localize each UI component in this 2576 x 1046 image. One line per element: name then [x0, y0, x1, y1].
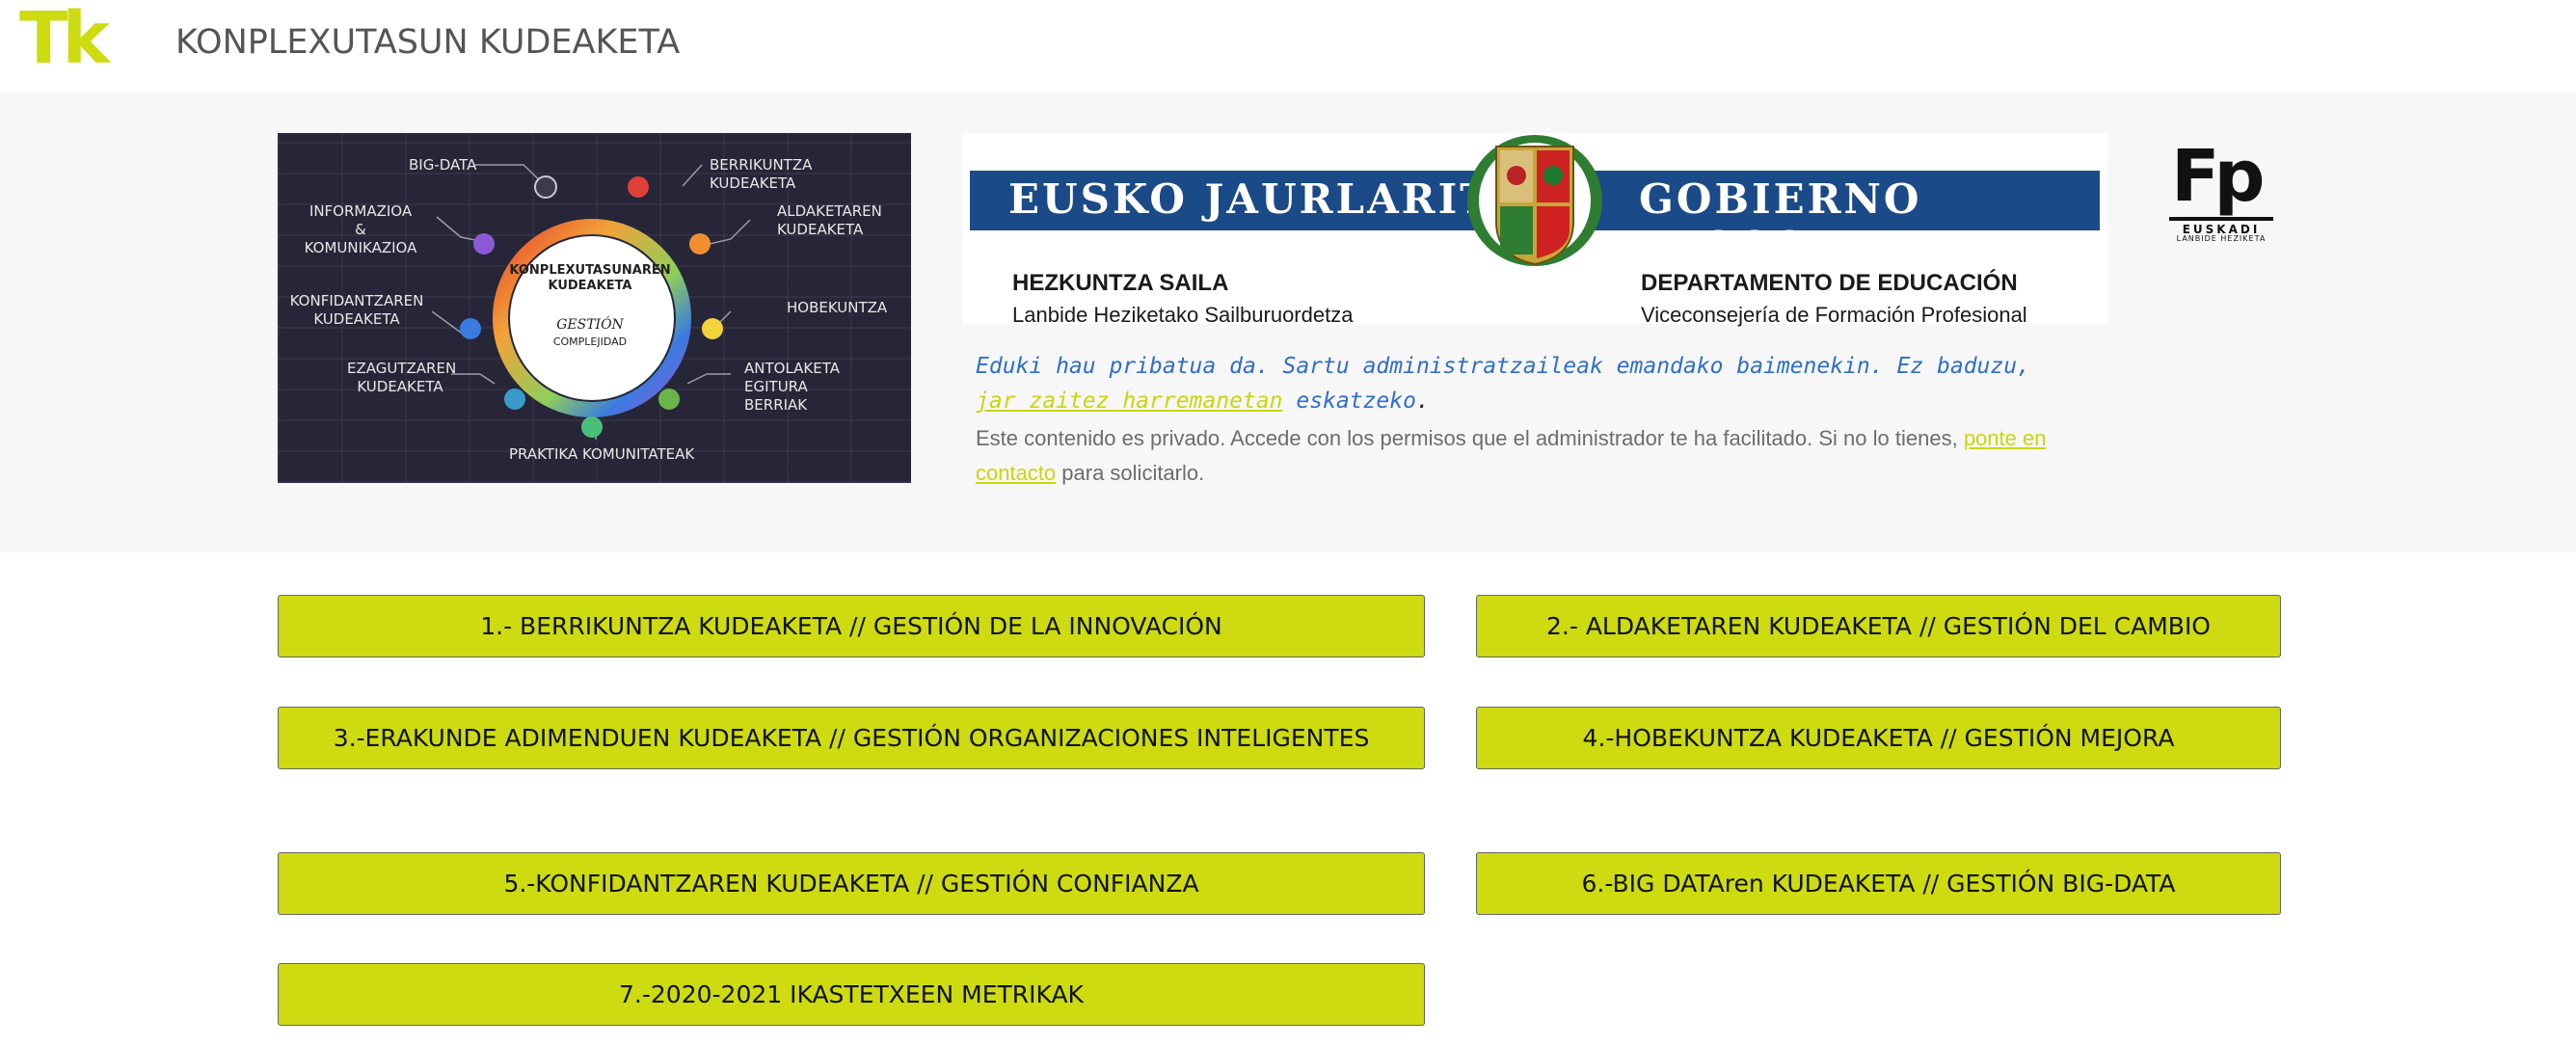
infographic-center: KONPLEXUTASUNAREN KUDEAKETA GESTIÓN COMP… — [492, 263, 688, 350]
gov-name-es: GOBIERNO VASCO — [1639, 175, 1922, 270]
notice-eu-text: Eduki hau pribatua da. Sartu administrat… — [976, 354, 2030, 379]
complexity-infographic: KONPLEXUTASUNAREN KUDEAKETA GESTIÓN COMP… — [278, 133, 911, 483]
contact-link-eu[interactable]: jar zaitez harremanetan — [976, 389, 1283, 414]
label-informazioa: INFORMAZIOA & KOMUNIKAZIOA — [304, 202, 417, 256]
fp-region: EUSKADI — [2169, 217, 2273, 236]
notice-eu-dot: . — [1415, 389, 1430, 414]
gov-dept-eu-title: HEZKUNTZA SAILA — [1012, 270, 1229, 296]
private-notice-es: Este contenido es privado. Accede con lo… — [976, 421, 2075, 491]
label-praktika: PRAKTIKA KOMUNITATEAK — [509, 445, 695, 463]
notice-eu-after: eskatzeko — [1282, 389, 1416, 414]
gov-dept-es: DEPARTAMENTO DE EDUCACIÓN Viceconsejería… — [1641, 270, 2027, 328]
label-berrikuntza: BERRIKUNTZA KUDEAKETA — [710, 156, 813, 192]
fp-tagline: LANBIDE HEZIKETA — [2176, 234, 2267, 243]
label-antolaketa: ANTOLAKETA EGITURA BERRIAK — [744, 360, 840, 414]
notice-es-after: para solicitarlo. — [1056, 461, 1205, 485]
btn-innovation-management[interactable]: 1.- BERRIKUNTZA KUDEAKETA // GESTIÓN DE … — [278, 595, 1425, 657]
gobierno-vasco-banner: EUSKO JAURLARITZA GOBIERNO VASCO HEZKUNT… — [962, 133, 2107, 327]
btn-trust-management[interactable]: 5.-KONFIDANTZAREN KUDEAKETA // GESTIÓN C… — [278, 852, 1425, 915]
gov-dept-eu: HEZKUNTZA SAILA Lanbide Heziketako Sailb… — [1012, 270, 1353, 328]
fp-euskadi-logo: Fp EUSKADI LANBIDE HEZIKETA — [2165, 138, 2277, 244]
gov-dept-eu-sub: Lanbide Heziketako Sailburuordetza — [1012, 303, 1354, 327]
private-notice-eu: Eduki hau pribatua da. Sartu administrat… — [976, 349, 2075, 418]
top-bar: Tk KONPLEXUTASUN KUDEAKETA — [0, 0, 2576, 92]
gov-dept-es-sub: Viceconsejería de Formación Profesional — [1641, 303, 2027, 327]
label-ezagutzaren: EZAGUTZAREN KUDEAKETA — [347, 360, 457, 395]
btn-intelligent-organizations[interactable]: 3.-ERAKUNDE ADIMENDUEN KUDEAKETA // GEST… — [278, 707, 1425, 769]
site-logo[interactable]: Tk — [19, 3, 110, 74]
label-hobekuntza: HOBEKUNTZA — [787, 299, 888, 316]
coat-of-arms-icon — [1467, 135, 1602, 266]
fp-mark: Fp — [2171, 135, 2266, 218]
btn-improvement-management[interactable]: 4.-HOBEKUNTZA KUDEAKETA // GESTIÓN MEJOR… — [1476, 707, 2281, 769]
label-konfidantzaren: KONFIDANTZAREN KUDEAKETA — [289, 292, 424, 328]
label-aldaketaren: ALDAKETAREN KUDEAKETA — [777, 202, 882, 238]
infographic-center-title: KONPLEXUTASUNAREN KUDEAKETA — [509, 263, 671, 293]
gov-dept-es-title: DEPARTAMENTO DE EDUCACIÓN — [1641, 270, 2018, 296]
label-big-data: BIG-DATA — [409, 156, 477, 174]
site-title[interactable]: KONPLEXUTASUN KUDEAKETA — [175, 23, 680, 62]
infographic-center-sub: GESTIÓN — [556, 317, 624, 333]
btn-change-management[interactable]: 2.- ALDAKETAREN KUDEAKETA // GESTIÓN DEL… — [1476, 595, 2281, 657]
notice-es-text: Este contenido es privado. Accede con lo… — [976, 426, 1964, 450]
infographic-center-sub2: COMPLEJIDAD — [552, 335, 628, 348]
btn-school-metrics[interactable]: 7.-2020-2021 IKASTETXEEN METRIKAK — [278, 963, 1425, 1026]
btn-big-data-management[interactable]: 6.-BIG DATAren KUDEAKETA // GESTIÓN BIG-… — [1476, 852, 2281, 915]
